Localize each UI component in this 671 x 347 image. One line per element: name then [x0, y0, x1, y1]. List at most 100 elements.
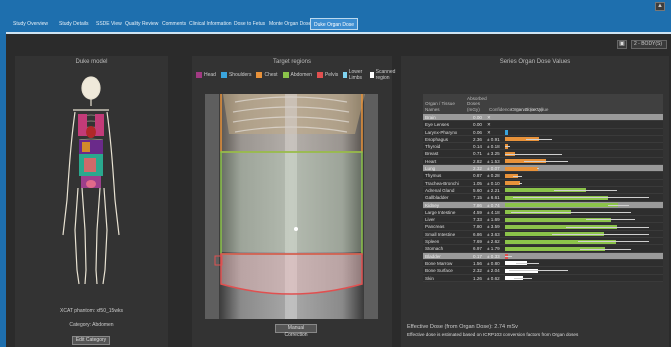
organ-ci: ± 2.62 — [487, 239, 500, 245]
tab-monte-organ-dose[interactable]: Monte Organ Dose — [266, 18, 314, 30]
table-row[interactable]: Adrenal Gland 5.60 ± 2.21 — [423, 186, 663, 195]
dose-bar-cell — [503, 216, 663, 222]
ci-whisker — [505, 153, 563, 155]
dose-bar-cell — [503, 231, 663, 237]
organ-name: Stomach — [425, 246, 444, 252]
ci-whisker — [512, 197, 649, 199]
organ-dose: 0.00 — [473, 122, 482, 128]
dose-bar-cell — [503, 165, 663, 171]
organ-name: Liver — [425, 217, 435, 223]
organ-dose: 1.05 — [473, 180, 482, 186]
ci-whisker — [509, 270, 568, 272]
tab-quality-review[interactable]: Quality Review — [122, 18, 161, 30]
organ-name: Kidney — [425, 202, 440, 208]
table-row[interactable]: Bone Marrow 1.56 ± 0.80 — [423, 259, 663, 268]
table-row[interactable]: Brain 0.00 ✕ — [423, 114, 663, 122]
legend-swatch — [343, 72, 347, 78]
header-bar: Organ Dose Value — [511, 106, 549, 112]
table-row[interactable]: Small Intestine 6.86 ± 3.63 — [423, 230, 663, 239]
organ-dose: 0.06 — [473, 129, 482, 135]
legend-item: Lower Limbs — [343, 69, 365, 81]
edit-category-button[interactable]: Edit Category — [72, 336, 110, 345]
tab-study-overview[interactable]: Study Overview — [10, 18, 51, 30]
legend-item: Shoulders — [220, 72, 251, 78]
table-row[interactable]: Thymus 0.87 ± 0.28 — [423, 172, 663, 180]
table-row[interactable]: Spleen 7.69 ± 2.62 — [423, 238, 663, 246]
top-strip: ▲ — [6, 0, 671, 14]
table-row[interactable]: Heart 2.82 ± 1.53 — [423, 157, 663, 166]
dose-bar-cell — [503, 180, 663, 186]
dose-bar — [505, 166, 539, 171]
table-row[interactable]: Liver 7.33 ± 1.69 — [423, 216, 663, 224]
series-select[interactable]: 2 - BODY(S) — [631, 40, 667, 49]
tab-study-details[interactable]: Study Details — [56, 18, 91, 30]
table-row[interactable]: Skin 1.26 ± 0.62 — [423, 274, 663, 282]
dose-bar-cell — [503, 209, 663, 215]
tab-ssde-view[interactable]: SSDE View — [93, 18, 125, 30]
ci-whisker — [513, 175, 522, 177]
ci-whisker — [510, 212, 632, 214]
table-row[interactable]: Breast 0.71 ± 3.25 — [423, 150, 663, 158]
organ-ci: ± 2.04 — [487, 268, 500, 274]
legend-label: Scanned region — [375, 69, 396, 81]
legend-item: Head — [196, 72, 216, 78]
effective-dose-label: Effective Dose (from Organ Dose): 2.74 m… — [407, 324, 518, 330]
legend-item: Scanned region — [369, 69, 398, 81]
dose-bar-cell — [503, 129, 663, 135]
organ-ci: ✕ — [487, 122, 491, 128]
table-row[interactable]: Pancreas 7.80 ± 3.59 — [423, 223, 663, 231]
organ-name: Large Intestine — [425, 209, 456, 215]
table-row[interactable]: Bladder 0.17 ± 0.33 — [423, 252, 663, 260]
legend-swatch — [196, 72, 202, 78]
organ-ci: ± 0.74 — [487, 202, 500, 208]
organ-dose: 0.00 — [473, 115, 482, 120]
tab-comments[interactable]: Comments — [159, 18, 189, 30]
ci-whisker — [515, 263, 539, 265]
organ-dose: 6.86 — [473, 231, 482, 237]
duke-model-panel: Duke model XCAT phantom: xf50_15wks Cate… — [15, 56, 168, 347]
table-row[interactable]: Stomach 6.97 ± 1.79 — [423, 245, 663, 253]
organ-name: Eye Lenses — [425, 122, 450, 128]
organ-dose: 0.14 — [473, 144, 482, 150]
organ-ci: ± 1.79 — [487, 246, 500, 252]
ci-whisker — [505, 255, 513, 257]
dose-bar-cell — [503, 158, 663, 164]
organ-name: Thyroid — [425, 144, 441, 150]
organ-dose: 7.80 — [473, 224, 482, 230]
legend-swatch — [256, 72, 263, 78]
table-row[interactable]: Eye Lenses 0.00 ✕ — [423, 121, 663, 129]
organ-name: Esophagus — [425, 136, 448, 142]
print-icon[interactable]: ▣ — [617, 40, 627, 49]
table-row[interactable]: Thyroid 0.14 ± 0.18 — [423, 143, 663, 151]
legend-item: Pelvis — [316, 72, 338, 78]
table-row[interactable]: Gallbladder 7.15 ± 6.61 — [423, 194, 663, 202]
organ-dose: 7.69 — [473, 239, 482, 245]
organ-dose: 0.17 — [473, 253, 482, 259]
organ-name: Breast — [425, 151, 439, 157]
header-ci: Confidence Interval (mGy) — [489, 106, 543, 112]
legend-item: Chest — [256, 72, 278, 78]
tab-duke-organ-dose[interactable]: Duke Organ Dose — [310, 18, 359, 30]
table-row[interactable]: Lung 2.32 ± 0.07 — [423, 165, 663, 173]
legend-label: Abdomen — [290, 72, 312, 78]
tab-clinical-information[interactable]: Clinical Information — [186, 18, 235, 30]
manual-correction-button[interactable]: Manual Correction — [275, 324, 317, 338]
organ-dose: 1.26 — [473, 275, 482, 281]
table-row[interactable]: Trachea-Bronchi 1.05 ± 0.10 — [423, 179, 663, 187]
table-row[interactable]: Bone Surface 2.32 ± 2.04 — [423, 267, 663, 275]
dose-bar-cell — [503, 136, 663, 142]
organ-name: Spleen — [425, 239, 440, 245]
table-row[interactable]: Large Intestine 4.59 ± 4.18 — [423, 208, 663, 217]
table-row[interactable]: Kidney 7.86 ± 0.74 — [423, 201, 663, 209]
table-row[interactable]: Esophagus 2.36 ± 0.91 — [423, 135, 663, 144]
expand-icon[interactable]: ▲ — [655, 2, 665, 11]
ci-whisker — [525, 139, 553, 141]
ci-whisker — [518, 182, 522, 184]
organ-dose: 7.15 — [473, 195, 482, 201]
ci-whisker — [553, 190, 618, 192]
organ-dose: 0.87 — [473, 173, 482, 179]
tab-dose-to-fetus[interactable]: Dose to Fetus — [231, 18, 268, 30]
organ-name: Thymus — [425, 173, 442, 179]
dose-bar-cell — [503, 202, 663, 208]
table-row[interactable]: Larynx-Pharynx 0.06 ✕ — [423, 128, 663, 136]
